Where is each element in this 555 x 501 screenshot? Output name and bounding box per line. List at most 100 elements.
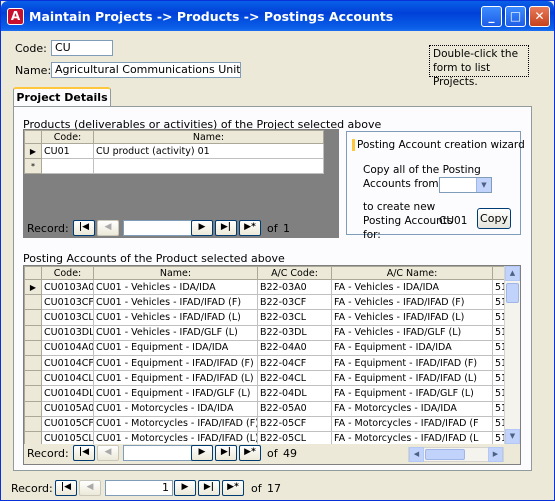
new-code-cell[interactable] (41, 158, 94, 175)
products-col-name[interactable]: Name: (93, 130, 324, 144)
current-record-icon[interactable]: ▶ (24, 278, 42, 296)
copy-button[interactable]: Copy (477, 208, 511, 229)
posting-code-cell[interactable]: CU0105A0 (41, 400, 94, 417)
posting-code-cell[interactable]: CU0104CL (41, 370, 94, 387)
postings-col-ac-code[interactable]: A/C Code: (257, 266, 332, 280)
posting-ac-name-cell[interactable]: FA - Equipment - IFAD/GLF (L) (331, 385, 493, 402)
posting-name-cell[interactable]: CU01 - Equipment - IFAD/GLF (L) (93, 385, 258, 402)
posting-ac-code-cell[interactable]: B22-03A0 (257, 278, 332, 296)
next-record-button[interactable]: ▶ (174, 480, 196, 496)
code-field[interactable]: CU (51, 40, 113, 56)
new-record-button[interactable]: ▶* (222, 480, 244, 496)
new-record-row[interactable]: * (24, 158, 324, 175)
posting-ac-name-cell[interactable]: FA - Equipment - IFAD/IFAD (L) (331, 370, 493, 387)
posting-code-cell[interactable]: CU0103CF (41, 294, 94, 311)
posting-code-cell[interactable]: CU0104DL (41, 385, 94, 402)
postings-vertical-scrollbar[interactable]: ▲ ▼ (504, 266, 520, 444)
posting-name-cell[interactable]: CU01 - Vehicles - IFAD/IFAD (L) (93, 309, 258, 326)
vertical-scroll-thumb[interactable] (506, 283, 519, 303)
posting-ac-code-cell[interactable]: B22-03CL (257, 309, 332, 326)
posting-code-cell[interactable]: CU0104CF (41, 354, 94, 372)
posting-name-cell[interactable]: CU01 - Motorcycles - IDA/IDA (93, 400, 258, 417)
tab-project-details[interactable]: Project Details (13, 87, 111, 107)
posting-name-cell[interactable]: CU01 - Equipment - IDA/IDA (93, 339, 258, 356)
scroll-down-icon[interactable]: ▼ (505, 429, 520, 444)
table-row[interactable]: CU0105A0 CU01 - Motorcycles - IDA/IDA B22-… (24, 400, 520, 417)
next-record-button[interactable]: ▶ (191, 220, 213, 236)
next-record-button[interactable]: ▶ (191, 445, 213, 461)
posting-ac-name-cell[interactable]: FA - Vehicles - IFAD/IFAD (L) (331, 309, 493, 326)
table-row[interactable]: CU0105CF CU01 - Motorcycles - IFAD/IFAD (… (24, 415, 520, 432)
posting-code-cell[interactable]: CU0103DL (41, 324, 94, 341)
posting-ac-code-cell[interactable]: B22-05CF (257, 415, 332, 432)
record-selector[interactable] (24, 309, 42, 326)
table-row[interactable]: CU0104CF CU01 - Equipment - IFAD/IFAD (F)… (24, 354, 520, 372)
new-name-cell[interactable] (93, 158, 324, 175)
posting-ac-code-cell[interactable]: B22-05A0 (257, 400, 332, 417)
new-record-button[interactable]: ▶* (239, 445, 261, 461)
table-row[interactable]: CU0103CF CU01 - Vehicles - IFAD/IFAD (F) B… (24, 294, 520, 311)
posting-ac-name-cell[interactable]: FA - Equipment - IDA/IDA (331, 339, 493, 356)
new-record-button[interactable]: ▶* (239, 220, 261, 236)
record-selector[interactable] (24, 339, 42, 356)
table-row[interactable]: ▶ CU01 CU product (activity) 01 (24, 142, 324, 160)
products-col-code[interactable]: Code: (41, 130, 94, 144)
posting-code-cell[interactable]: CU0104A0 (41, 339, 94, 356)
source-account-select[interactable]: ▼ (439, 177, 492, 193)
posting-ac-code-cell[interactable]: B22-04CL (257, 370, 332, 387)
posting-ac-name-cell[interactable]: FA - Motorcycles - IDA/IDA (331, 400, 493, 417)
previous-record-button[interactable]: ◀ (97, 445, 119, 461)
posting-name-cell[interactable]: CU01 - Vehicles - IFAD/GLF (L) (93, 324, 258, 341)
posting-ac-code-cell[interactable]: B22-04CF (257, 354, 332, 372)
posting-name-cell[interactable]: CU01 - Vehicles - IFAD/IFAD (F) (93, 294, 258, 311)
product-name-cell[interactable]: CU product (activity) 01 (93, 142, 324, 160)
posting-code-cell[interactable]: CU0103CL (41, 309, 94, 326)
posting-ac-code-cell[interactable]: B22-04A0 (257, 339, 332, 356)
chevron-down-icon[interactable]: ▼ (476, 178, 491, 192)
table-row[interactable]: CU0104CL CU01 - Equipment - IFAD/IFAD (L)… (24, 370, 520, 387)
minimize-button[interactable]: _ (481, 6, 502, 27)
posting-name-cell[interactable]: CU01 - Equipment - IFAD/IFAD (F) (93, 354, 258, 372)
posting-ac-name-cell[interactable]: FA - Vehicles - IDA/IDA (331, 278, 493, 296)
main-record-number[interactable]: 1 (105, 480, 173, 496)
record-selector[interactable] (24, 415, 42, 432)
table-row[interactable]: CU0103CL CU01 - Vehicles - IFAD/IFAD (L) B… (24, 309, 520, 326)
previous-record-button[interactable]: ◀ (79, 480, 101, 496)
posting-ac-name-cell[interactable]: FA - Vehicles - IFAD/IFAD (F) (331, 294, 493, 311)
record-selector[interactable] (24, 324, 42, 341)
current-record-icon[interactable]: ▶ (24, 142, 42, 160)
posting-name-cell[interactable]: CU01 - Vehicles - IDA/IDA (93, 278, 258, 296)
record-selector[interactable] (24, 385, 42, 402)
record-selector[interactable] (24, 294, 42, 311)
record-selector[interactable] (24, 400, 42, 417)
table-row[interactable]: ▶ CU0103A0 CU01 - Vehicles - IDA/IDA B22-03… (24, 278, 520, 296)
posting-ac-name-cell[interactable]: FA - Vehicles - IFAD/GLF (L) (331, 324, 493, 341)
table-row[interactable]: CU0104DL CU01 - Equipment - IFAD/GLF (L) B… (24, 385, 520, 402)
posting-ac-code-cell[interactable]: B22-03DL (257, 324, 332, 341)
postings-col-ac-name[interactable]: A/C Name: (331, 266, 493, 280)
table-row[interactable]: CU0104A0 CU01 - Equipment - IDA/IDA B22-04… (24, 339, 520, 356)
maximize-button[interactable]: □ (505, 6, 526, 27)
last-record-button[interactable]: ▶| (198, 480, 220, 496)
scroll-left-icon[interactable]: ◀ (409, 447, 424, 462)
posting-ac-name-cell[interactable]: FA - Equipment - IFAD/IFAD (F) (331, 354, 493, 372)
posting-name-cell[interactable]: CU01 - Equipment - IFAD/IFAD (L) (93, 370, 258, 387)
posting-code-cell[interactable]: CU0105CF (41, 415, 94, 432)
posting-ac-name-cell[interactable]: FA - Motorcycles - IFAD/IFAD (F (331, 415, 493, 432)
record-selector[interactable] (24, 354, 42, 372)
first-record-button[interactable]: |◀ (73, 445, 95, 461)
postings-col-name[interactable]: Name: (93, 266, 258, 280)
postings-col-code[interactable]: Code: (41, 266, 94, 280)
posting-name-cell[interactable]: CU01 - Motorcycles - IFAD/IFAD (F) (93, 415, 258, 432)
posting-ac-code-cell[interactable]: B22-03CF (257, 294, 332, 311)
close-button[interactable]: ✕ (529, 6, 550, 27)
name-field[interactable]: Agricultural Communications Unit (51, 62, 241, 78)
title-bar[interactable]: A Maintain Projects -> Products -> Posti… (1, 1, 554, 31)
posting-code-cell[interactable]: CU0103A0 (41, 278, 94, 296)
horizontal-scroll-thumb[interactable] (425, 449, 465, 460)
scroll-up-icon[interactable]: ▲ (505, 266, 520, 281)
product-code-cell[interactable]: CU01 (41, 142, 94, 160)
first-record-button[interactable]: |◀ (73, 220, 95, 236)
postings-horizontal-scrollbar[interactable]: ◀ ▶ (408, 447, 504, 462)
last-record-button[interactable]: ▶| (215, 220, 237, 236)
